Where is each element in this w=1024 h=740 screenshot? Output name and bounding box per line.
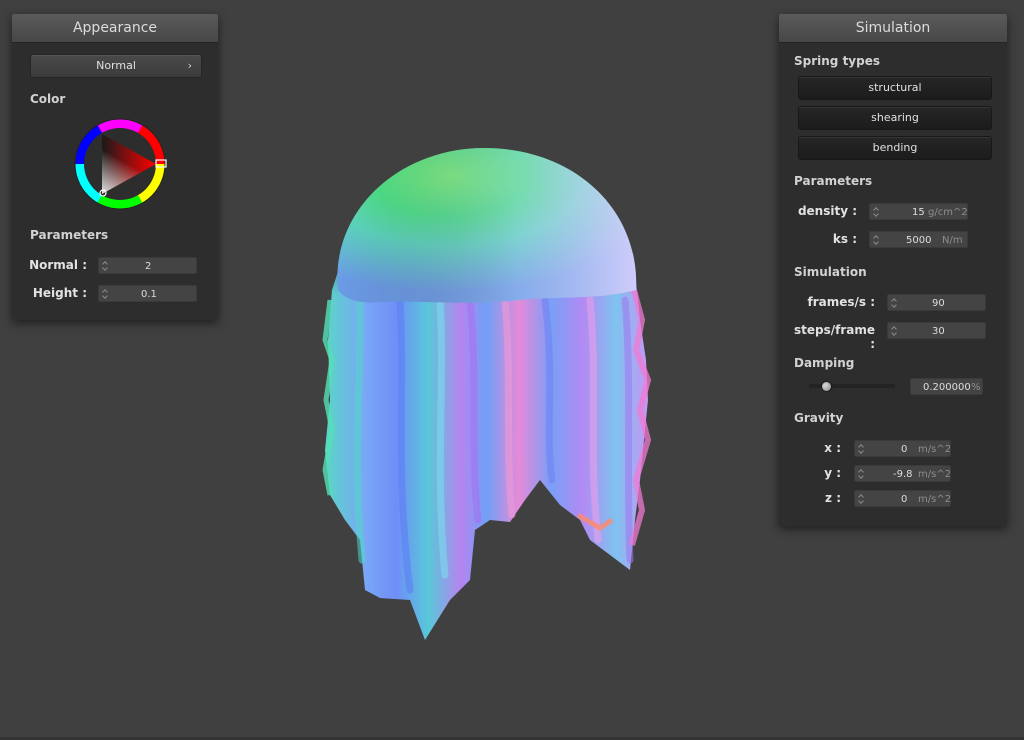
steps-label: steps/frame : (793, 323, 875, 351)
spin-arrows-icon[interactable] (858, 467, 864, 480)
shader-dropdown[interactable]: Normal › (30, 54, 202, 78)
fps-value: 90 (932, 298, 945, 309)
sphere (337, 148, 637, 303)
gravity-y-unit: m/s^2 (918, 469, 952, 480)
damping-unit: % (971, 382, 981, 393)
steps-value: 30 (932, 326, 945, 337)
shearing-button[interactable]: shearing (798, 106, 992, 130)
shader-dropdown-label: Normal (96, 59, 136, 72)
damping-value: 0.200000 (923, 382, 971, 393)
damping-input[interactable]: 0.200000 % (910, 378, 983, 395)
chevron-right-icon: › (187, 59, 192, 72)
bending-button[interactable]: bending (798, 136, 992, 160)
damping-label: Damping (794, 356, 855, 370)
gravity-y-input[interactable]: -9.8 m/s^2 (854, 465, 951, 482)
height-value: 0.1 (141, 289, 157, 300)
gravity-x-value: 0 (901, 444, 908, 455)
steps-input[interactable]: 30 (887, 322, 986, 339)
ks-label: ks : (832, 232, 857, 246)
appearance-parameters-label: Parameters (30, 228, 109, 242)
normal-input[interactable]: 2 (98, 257, 197, 274)
spin-arrows-icon[interactable] (891, 324, 897, 337)
structural-button[interactable]: structural (798, 76, 992, 100)
spring-types-label: Spring types (794, 54, 881, 68)
gravity-label: Gravity (794, 411, 844, 425)
fps-label: frames/s : (807, 295, 875, 309)
gravity-z-input[interactable]: 0 m/s^2 (854, 490, 951, 507)
gravity-z-value: 0 (901, 494, 908, 505)
ks-unit: N/m (942, 235, 963, 246)
simulation-section-label: Simulation (794, 265, 867, 279)
appearance-panel: Appearance Normal › Color Parameters Nor… (12, 14, 218, 320)
normal-value: 2 (145, 261, 152, 272)
spin-arrows-icon[interactable] (858, 442, 864, 455)
ks-value: 5000 (906, 235, 932, 246)
height-label: Height : (32, 286, 87, 300)
gravity-z-label: z : (825, 491, 841, 505)
simulation-panel: Simulation Spring types structural shear… (779, 14, 1007, 526)
spin-arrows-icon[interactable] (873, 233, 879, 246)
gravity-y-value: -9.8 (893, 469, 913, 480)
density-value: 15 (912, 207, 925, 218)
height-input[interactable]: 0.1 (98, 285, 197, 302)
fps-input[interactable]: 90 (887, 294, 986, 311)
spin-arrows-icon[interactable] (102, 259, 108, 272)
gravity-x-input[interactable]: 0 m/s^2 (854, 440, 951, 457)
spin-arrows-icon[interactable] (891, 296, 897, 309)
sim-parameters-label: Parameters (794, 174, 873, 188)
gravity-y-label: y : (824, 466, 841, 480)
gravity-x-label: x : (824, 441, 841, 455)
color-wheel[interactable] (70, 114, 170, 214)
spin-arrows-icon[interactable] (102, 287, 108, 300)
gravity-z-unit: m/s^2 (918, 494, 952, 505)
normal-label: Normal : (29, 258, 87, 272)
density-unit: g/cm^2 (928, 207, 968, 218)
color-section-label: Color (30, 92, 66, 106)
appearance-panel-title[interactable]: Appearance (12, 14, 218, 43)
gravity-x-unit: m/s^2 (918, 444, 952, 455)
damping-slider-knob[interactable] (821, 381, 831, 391)
spin-arrows-icon[interactable] (873, 205, 879, 218)
ks-input[interactable]: 5000 N/m (869, 231, 968, 248)
spin-arrows-icon[interactable] (858, 492, 864, 505)
density-label: density : (797, 204, 857, 218)
density-input[interactable]: 15 g/cm^2 (869, 203, 968, 220)
simulation-panel-title[interactable]: Simulation (779, 14, 1007, 43)
